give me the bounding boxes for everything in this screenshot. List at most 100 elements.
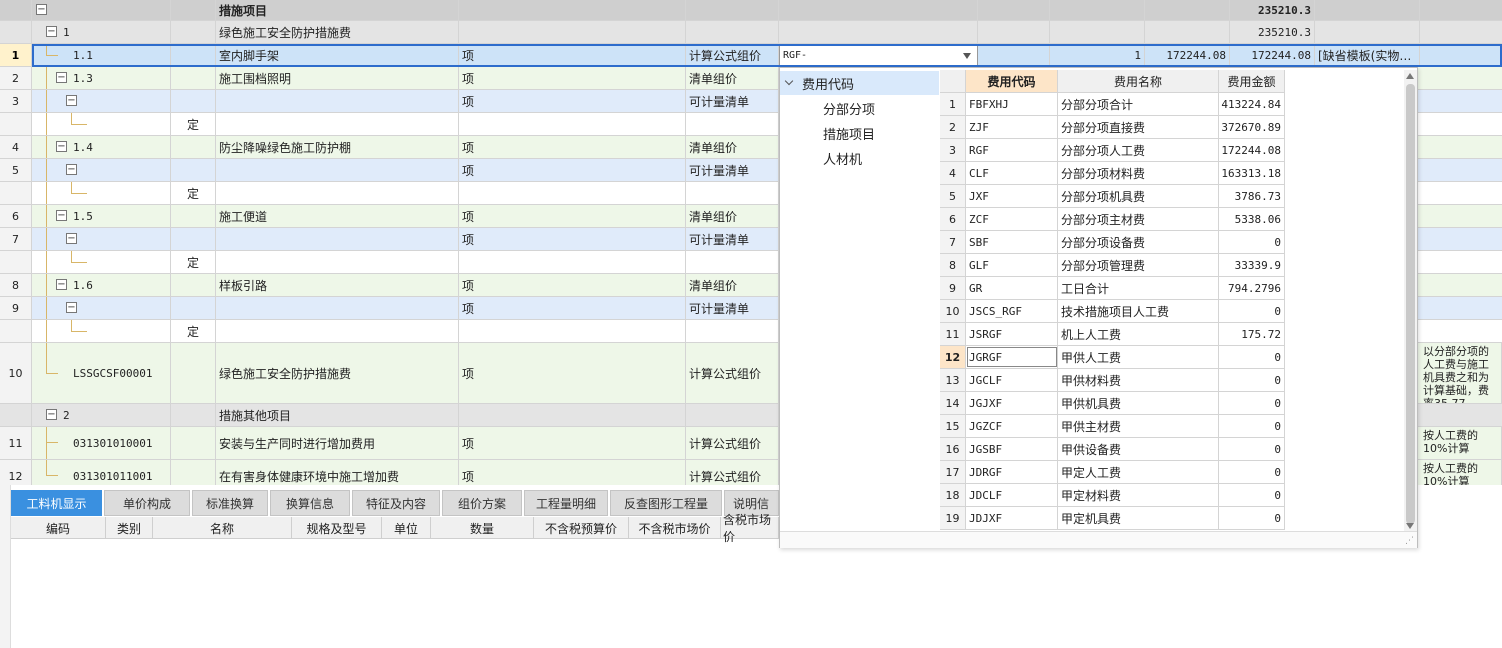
fee-code-row[interactable]: 7 SBF 分部分项设备费 0 xyxy=(940,231,1285,254)
fee-name-cell[interactable]: 甲供机具费 xyxy=(1058,392,1219,414)
fee-name-cell[interactable]: 甲供人工费 xyxy=(1058,346,1219,368)
header-fee-code[interactable]: 费用代码 xyxy=(966,70,1058,92)
fee-code-cell[interactable]: JDRGF xyxy=(966,461,1058,483)
fee-amount-cell[interactable]: 3786.73 xyxy=(1219,185,1285,207)
fee-amount-cell[interactable]: 163313.18 xyxy=(1219,162,1285,184)
fee-name-cell[interactable]: 甲定人工费 xyxy=(1058,461,1219,483)
fee-code-row[interactable]: 5 JXF 分部分项机具费 3786.73 xyxy=(940,185,1285,208)
code-cell[interactable]: − xyxy=(32,159,171,181)
minus-box-icon[interactable]: − xyxy=(56,141,67,152)
triangle-up-icon[interactable] xyxy=(1406,73,1414,79)
vertical-scrollbar[interactable] xyxy=(1404,70,1417,532)
header-fee-amount[interactable]: 费用金额 xyxy=(1219,70,1285,92)
minus-box-icon[interactable]: − xyxy=(36,4,47,15)
group-row[interactable]: −1 绿色施工安全防护措施费 235210.3 xyxy=(0,21,1502,44)
fee-code-cell[interactable]: GLF xyxy=(966,254,1058,276)
code-cell[interactable]: − xyxy=(32,0,171,20)
code-cell[interactable]: 1.1 xyxy=(32,44,171,66)
scrollbar-thumb[interactable] xyxy=(1406,84,1415,524)
fee-amount-cell[interactable]: 5338.06 xyxy=(1219,208,1285,230)
fee-amount-cell[interactable]: 372670.89 xyxy=(1219,116,1285,138)
code-cell[interactable]: − xyxy=(32,228,171,250)
fee-name-cell[interactable]: 分部分项直接费 xyxy=(1058,116,1219,138)
code-cell[interactable]: 031301011001 xyxy=(32,460,171,485)
col-taxed-market-price[interactable]: 含税市场价 xyxy=(721,513,779,544)
fee-code-row[interactable]: 13 JGCLF 甲供材料费 0 xyxy=(940,369,1285,392)
fee-code-row[interactable]: 10 JSCS_RGF 技术措施项目人工费 0 xyxy=(940,300,1285,323)
fee-code-cell[interactable]: SBF xyxy=(966,231,1058,253)
fee-code-cell[interactable]: JGZCF xyxy=(966,415,1058,437)
col-qty[interactable]: 数量 xyxy=(431,517,534,539)
code-cell[interactable]: −1.4 xyxy=(32,136,171,158)
fee-code-row[interactable]: 14 JGJXF 甲供机具费 0 xyxy=(940,392,1285,415)
fee-amount-cell[interactable]: 175.72 xyxy=(1219,323,1285,345)
tab-quantity-detail[interactable]: 工程量明细 xyxy=(524,490,608,516)
fee-code-cell[interactable]: JSCS_RGF xyxy=(966,300,1058,322)
minus-box-icon[interactable]: − xyxy=(66,233,77,244)
code-cell[interactable]: −1.3 xyxy=(32,67,171,89)
tab-pricing-scheme[interactable]: 组价方案 xyxy=(442,490,522,516)
minus-box-icon[interactable]: − xyxy=(56,279,67,290)
tab-material-display[interactable]: 工料机显示 xyxy=(11,490,102,516)
code-cell[interactable]: − xyxy=(32,297,171,319)
code-cell[interactable] xyxy=(32,251,171,273)
tree-root[interactable]: 费用代码 xyxy=(780,71,939,95)
code-cell[interactable]: 031301010001 xyxy=(32,427,171,459)
fee-amount-cell[interactable]: 0 xyxy=(1219,346,1285,368)
fee-code-cell[interactable]: JGJXF xyxy=(966,392,1058,414)
fee-amount-cell[interactable]: 172244.08 xyxy=(1219,139,1285,161)
minus-box-icon[interactable]: − xyxy=(46,26,57,37)
item-amount[interactable]: 172244.08 xyxy=(1230,44,1315,66)
fee-code-row[interactable]: 15 JGZCF 甲供主材费 0 xyxy=(940,415,1285,438)
fee-amount-cell[interactable]: 0 xyxy=(1219,415,1285,437)
minus-box-icon[interactable]: − xyxy=(66,164,77,175)
fee-code-cell[interactable]: JSRGF xyxy=(966,323,1058,345)
fee-code-cell[interactable]: GR xyxy=(966,277,1058,299)
code-cell[interactable]: −1.6 xyxy=(32,274,171,296)
fee-code-cell[interactable]: FBFXHJ xyxy=(966,93,1058,115)
fee-code-cell[interactable]: CLF xyxy=(966,162,1058,184)
chevron-down-icon[interactable] xyxy=(784,76,794,86)
fee-code-row[interactable]: 18 JDCLF 甲定材料费 0 xyxy=(940,484,1285,507)
tab-reverse-graphic[interactable]: 反查图形工程量 xyxy=(610,490,722,516)
code-cell[interactable]: − xyxy=(32,90,171,112)
code-cell[interactable]: −2 xyxy=(32,404,171,426)
tree-item-fbfx[interactable]: 分部分项 xyxy=(823,97,875,119)
fee-code-row[interactable]: 19 JDJXF 甲定机具费 0 xyxy=(940,507,1285,530)
col-unit[interactable]: 单位 xyxy=(382,517,431,539)
fee-amount-cell[interactable]: 794.2796 xyxy=(1219,277,1285,299)
fee-code-row[interactable]: 16 JGSBF 甲供设备费 0 xyxy=(940,438,1285,461)
fee-code-cell[interactable]: ZCF xyxy=(966,208,1058,230)
fee-amount-cell[interactable]: 413224.84 xyxy=(1219,93,1285,115)
fee-code-row[interactable]: 9 GR 工日合计 794.2796 xyxy=(940,277,1285,300)
fee-amount-cell[interactable]: 0 xyxy=(1219,461,1285,483)
col-category[interactable]: 类别 xyxy=(106,517,153,539)
tab-unit-price[interactable]: 单价构成 xyxy=(104,490,190,516)
code-cell[interactable]: −1 xyxy=(32,21,171,43)
fee-code-row[interactable]: 8 GLF 分部分项管理费 33339.9 xyxy=(940,254,1285,277)
fee-code-row[interactable]: 12 JGRGF 甲供人工费 0 xyxy=(940,346,1285,369)
fee-code-cell[interactable]: JDJXF xyxy=(966,507,1058,529)
minus-box-icon[interactable]: − xyxy=(56,210,67,221)
tab-features[interactable]: 特征及内容 xyxy=(352,490,440,516)
triangle-down-icon[interactable] xyxy=(963,53,971,59)
code-cell[interactable] xyxy=(32,113,171,135)
fee-code-row[interactable]: 2 ZJF 分部分项直接费 372670.89 xyxy=(940,116,1285,139)
fee-name-cell[interactable]: 甲供主材费 xyxy=(1058,415,1219,437)
fee-code-cell[interactable]: JGRGF xyxy=(966,346,1058,368)
fee-name-cell[interactable]: 甲定材料费 xyxy=(1058,484,1219,506)
fee-amount-cell[interactable]: 0 xyxy=(1219,438,1285,460)
fee-name-cell[interactable]: 甲供设备费 xyxy=(1058,438,1219,460)
item-name[interactable]: 室内脚手架 xyxy=(216,44,459,66)
fee-code-row[interactable]: 17 JDRGF 甲定人工费 0 xyxy=(940,461,1285,484)
fee-name-cell[interactable]: 分部分项管理费 xyxy=(1058,254,1219,276)
fee-code-row[interactable]: 4 CLF 分部分项材料费 163313.18 xyxy=(940,162,1285,185)
fee-code-row[interactable]: 3 RGF 分部分项人工费 172244.08 xyxy=(940,139,1285,162)
minus-box-icon[interactable]: − xyxy=(66,302,77,313)
minus-box-icon[interactable]: − xyxy=(46,409,57,420)
tree-item-csxm[interactable]: 措施项目 xyxy=(823,122,875,144)
fee-code-cell[interactable]: RGF xyxy=(966,139,1058,161)
fee-code-row[interactable]: 1 FBFXHJ 分部分项合计 413224.84 xyxy=(940,93,1285,116)
fee-amount-cell[interactable]: 33339.9 xyxy=(1219,254,1285,276)
col-code[interactable]: 编码 xyxy=(11,517,106,539)
